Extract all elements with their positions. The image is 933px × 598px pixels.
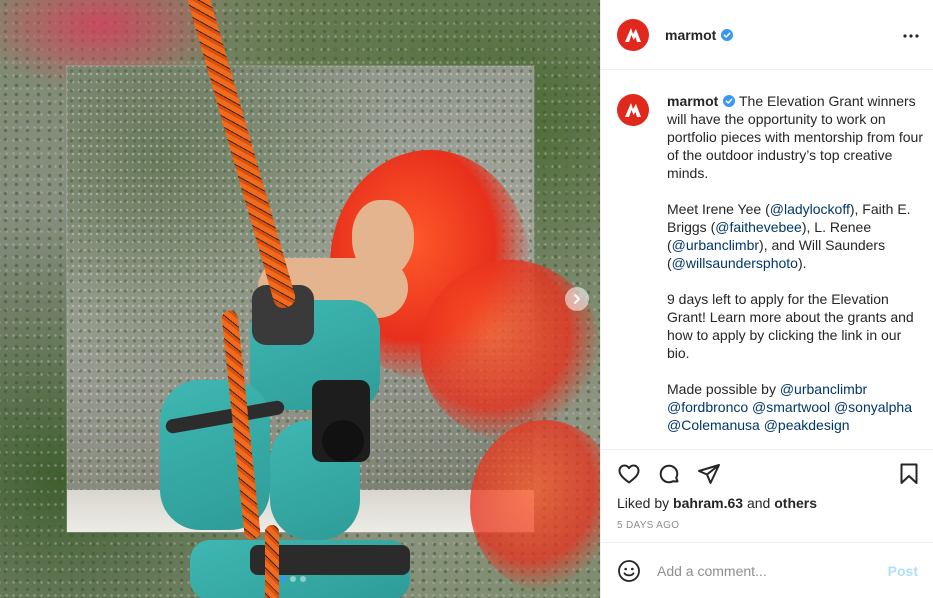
more-horizontal-icon bbox=[903, 34, 919, 38]
carousel-indicator bbox=[280, 576, 306, 582]
mention-link[interactable]: @sonyalpha bbox=[834, 399, 912, 415]
save-button[interactable] bbox=[897, 462, 921, 491]
verified-badge-icon bbox=[723, 95, 736, 107]
carousel-dot bbox=[300, 576, 306, 582]
avatar[interactable] bbox=[617, 18, 649, 51]
mention-link[interactable]: @urbanclimbr bbox=[780, 381, 867, 397]
mention-link[interactable]: @peakdesign bbox=[764, 417, 850, 433]
more-options-button[interactable] bbox=[903, 22, 919, 43]
mention-link[interactable]: @urbanclimbr bbox=[672, 237, 759, 253]
bookmark-icon bbox=[900, 463, 918, 484]
header-username[interactable]: marmot bbox=[665, 27, 734, 43]
caption-username[interactable]: marmot bbox=[667, 93, 736, 109]
post-image[interactable] bbox=[0, 0, 600, 598]
carousel-dot bbox=[290, 576, 296, 582]
caption-paragraph: Made possible by @urbanclimbr @fordbronc… bbox=[667, 381, 912, 433]
share-icon[interactable] bbox=[697, 462, 721, 486]
mention-link[interactable]: @faithevebee bbox=[715, 219, 802, 235]
marmot-logo-icon bbox=[625, 27, 641, 42]
caption-paragraph: Meet Irene Yee (@ladylockoff), Faith E. … bbox=[667, 201, 911, 271]
caption-text: marmot The Elevation Grant winners will … bbox=[667, 92, 925, 452]
post-actions: Liked by bahram.63 and others 5 DAYS AGO bbox=[601, 449, 933, 531]
post-caption: marmot The Elevation Grant winners will … bbox=[617, 92, 925, 452]
comment-box: Post bbox=[601, 542, 933, 598]
marmot-logo-icon bbox=[625, 103, 641, 117]
mention-link[interactable]: @willsaundersphoto bbox=[672, 255, 798, 271]
post-header: marmot bbox=[601, 0, 933, 70]
post-details-panel: marmot marmot The Elevation Grant winner… bbox=[600, 0, 933, 598]
verified-badge-icon bbox=[721, 28, 734, 41]
mention-link[interactable]: @smartwool bbox=[752, 399, 830, 415]
mention-link[interactable]: @fordbronco bbox=[667, 399, 748, 415]
carousel-dot bbox=[280, 576, 286, 582]
caption-paragraph: 9 days left to apply for the Elevation G… bbox=[667, 291, 914, 361]
emoji-icon[interactable] bbox=[617, 559, 641, 583]
caption-avatar[interactable] bbox=[617, 94, 649, 126]
post-comment-button[interactable]: Post bbox=[888, 563, 918, 579]
carousel-next-button[interactable] bbox=[565, 287, 589, 311]
comment-icon[interactable] bbox=[657, 462, 681, 486]
mention-link[interactable]: @Colemanusa bbox=[667, 417, 760, 433]
action-bar bbox=[601, 450, 933, 498]
comment-input[interactable] bbox=[657, 562, 872, 579]
post-timestamp[interactable]: 5 DAYS AGO bbox=[601, 520, 933, 531]
mention-link[interactable]: @ladylockoff bbox=[770, 201, 850, 217]
chevron-right-icon bbox=[574, 294, 580, 304]
heart-icon[interactable] bbox=[617, 462, 641, 486]
caption-paragraph: marmot The Elevation Grant winners will … bbox=[667, 93, 923, 181]
